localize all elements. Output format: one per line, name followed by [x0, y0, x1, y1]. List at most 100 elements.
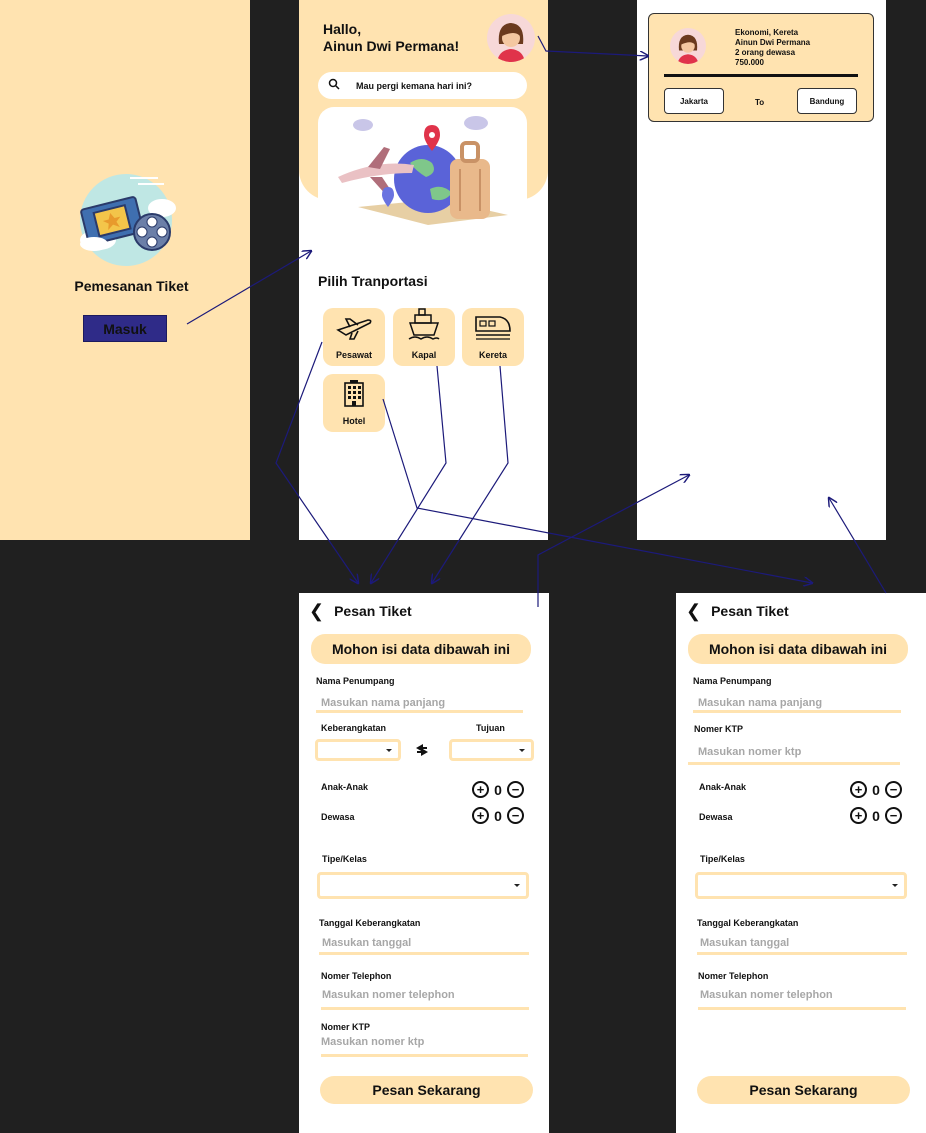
- input-underline: [693, 710, 901, 713]
- booking-form-transport: ❮ Pesan Tiket Mohon isi data dibawah ini…: [299, 593, 549, 1133]
- date-label: Tanggal Keberangkatan: [319, 918, 421, 928]
- input-underline: [316, 710, 523, 713]
- login-button[interactable]: Masuk: [83, 315, 167, 342]
- minus-icon[interactable]: −: [885, 807, 902, 824]
- date-input[interactable]: Masukan tanggal: [322, 937, 411, 949]
- ticket-count: 2 orang dewasa: [735, 48, 796, 57]
- chevron-down-icon: [519, 749, 525, 752]
- submit-button[interactable]: Pesan Sekarang: [697, 1076, 910, 1104]
- date-input[interactable]: Masukan tanggal: [700, 937, 789, 949]
- transport-option-kereta[interactable]: Kereta: [462, 308, 524, 366]
- destination-city: Bandung: [797, 88, 857, 114]
- transport-option-kapal[interactable]: Kapal: [393, 308, 455, 366]
- swap-icon[interactable]: [413, 741, 431, 764]
- class-label: Tipe/Kelas: [700, 854, 745, 864]
- ticket-class: Ekonomi, Kereta: [735, 28, 799, 37]
- page-title: Pesan Tiket: [711, 603, 789, 619]
- form-banner: Mohon isi data dibawah ini: [688, 634, 908, 664]
- avatar[interactable]: [487, 14, 535, 62]
- input-underline: [697, 952, 907, 955]
- splash-screen: Pemesanan Tiket Masuk: [0, 0, 250, 540]
- input-underline: [319, 952, 529, 955]
- greeting: Hallo, Ainun Dwi Permana!: [323, 21, 459, 55]
- name-input[interactable]: Masukan nama panjang: [321, 697, 445, 709]
- class-select[interactable]: [695, 872, 907, 899]
- train-icon: [474, 313, 512, 346]
- section-title: Pilih Tranportasi: [318, 273, 428, 289]
- ticket-passenger: Ainun Dwi Permana: [735, 38, 811, 47]
- origin-city: Jakarta: [664, 88, 724, 114]
- chevron-down-icon: [386, 749, 392, 752]
- greeting-line-1: Hallo,: [323, 21, 362, 37]
- ticket-info: Ekonomi, Kereta Ainun Dwi Permana 2 oran…: [735, 28, 810, 68]
- divider: [664, 74, 858, 77]
- page-title: Pesan Tiket: [334, 603, 412, 619]
- ticket-film-icon: [70, 168, 182, 275]
- minus-icon[interactable]: −: [507, 781, 524, 798]
- search-bar[interactable]: Mau pergi kemana hari ini?: [318, 72, 527, 99]
- hotel-icon: [343, 379, 365, 412]
- search-input[interactable]: Mau pergi kemana hari ini?: [356, 81, 472, 91]
- minus-icon[interactable]: −: [885, 781, 902, 798]
- children-stepper: + 0 −: [850, 781, 902, 798]
- ship-icon: [407, 307, 441, 346]
- input-underline: [321, 1007, 529, 1010]
- avatar: [670, 28, 706, 64]
- children-count: 0: [494, 781, 502, 798]
- ktp-label: Nomer KTP: [321, 1022, 371, 1032]
- name-label: Nama Penumpang: [316, 676, 395, 686]
- departure-select[interactable]: [315, 739, 401, 761]
- home-screen: Hallo, Ainun Dwi Permana! Mau pergi kema…: [299, 0, 548, 540]
- to-label: To: [755, 98, 765, 107]
- departure-label: Keberangkatan: [321, 723, 387, 733]
- children-stepper: + 0 −: [472, 781, 524, 798]
- back-icon[interactable]: ❮: [686, 602, 701, 620]
- transport-label: Kereta: [478, 350, 507, 360]
- transport-option-hotel[interactable]: Hotel: [323, 374, 385, 432]
- date-label: Tanggal Keberangkatan: [697, 918, 799, 928]
- ticket-card: Ekonomi, Kereta Ainun Dwi Permana 2 oran…: [648, 13, 874, 122]
- greeting-user-name: Ainun Dwi Permana!: [323, 38, 460, 54]
- phone-label: Nomer Telephon: [698, 971, 769, 981]
- phone-input[interactable]: Masukan nomer telephon: [322, 989, 455, 1001]
- phone-label: Nomer Telephon: [321, 971, 392, 981]
- app-title: Pemesanan Tiket: [74, 278, 189, 294]
- ktp-input[interactable]: Masukan nomer ktp: [321, 1036, 424, 1048]
- name-input[interactable]: Masukan nama panjang: [698, 697, 822, 709]
- name-label: Nama Penumpang: [693, 676, 772, 686]
- children-count: 0: [872, 781, 880, 798]
- flow-arrow: [537, 35, 648, 56]
- plus-icon[interactable]: +: [850, 781, 867, 798]
- destination-select[interactable]: [449, 739, 534, 761]
- plus-icon[interactable]: +: [472, 807, 489, 824]
- plus-icon[interactable]: +: [850, 807, 867, 824]
- adults-stepper: + 0 −: [472, 807, 524, 824]
- submit-button[interactable]: Pesan Sekarang: [320, 1076, 533, 1104]
- adults-label: Dewasa: [321, 812, 355, 822]
- input-underline: [321, 1054, 528, 1057]
- plus-icon[interactable]: +: [472, 781, 489, 798]
- minus-icon[interactable]: −: [507, 807, 524, 824]
- form-header: ❮ Pesan Tiket: [686, 602, 789, 620]
- destination-label: Tujuan: [476, 723, 505, 733]
- input-underline: [698, 1007, 906, 1010]
- ktp-label: Nomer KTP: [694, 724, 744, 734]
- adults-count: 0: [872, 807, 880, 824]
- children-label: Anak-Anak: [699, 782, 747, 792]
- chevron-down-icon: [892, 884, 898, 887]
- ticket-price: 750.000: [735, 58, 764, 67]
- search-icon: [328, 77, 340, 95]
- transport-option-pesawat[interactable]: Pesawat: [323, 308, 385, 366]
- airplane-icon: [336, 315, 372, 346]
- ktp-input[interactable]: Masukan nomer ktp: [698, 746, 801, 758]
- form-header: ❮ Pesan Tiket: [309, 602, 412, 620]
- transport-label: Pesawat: [335, 350, 373, 360]
- transport-label: Hotel: [342, 416, 366, 426]
- chevron-down-icon: [514, 884, 520, 887]
- class-label: Tipe/Kelas: [322, 854, 367, 864]
- phone-input[interactable]: Masukan nomer telephon: [700, 989, 833, 1001]
- transport-label: Kapal: [411, 350, 437, 360]
- back-icon[interactable]: ❮: [309, 602, 324, 620]
- class-select[interactable]: [317, 872, 529, 899]
- adults-count: 0: [494, 807, 502, 824]
